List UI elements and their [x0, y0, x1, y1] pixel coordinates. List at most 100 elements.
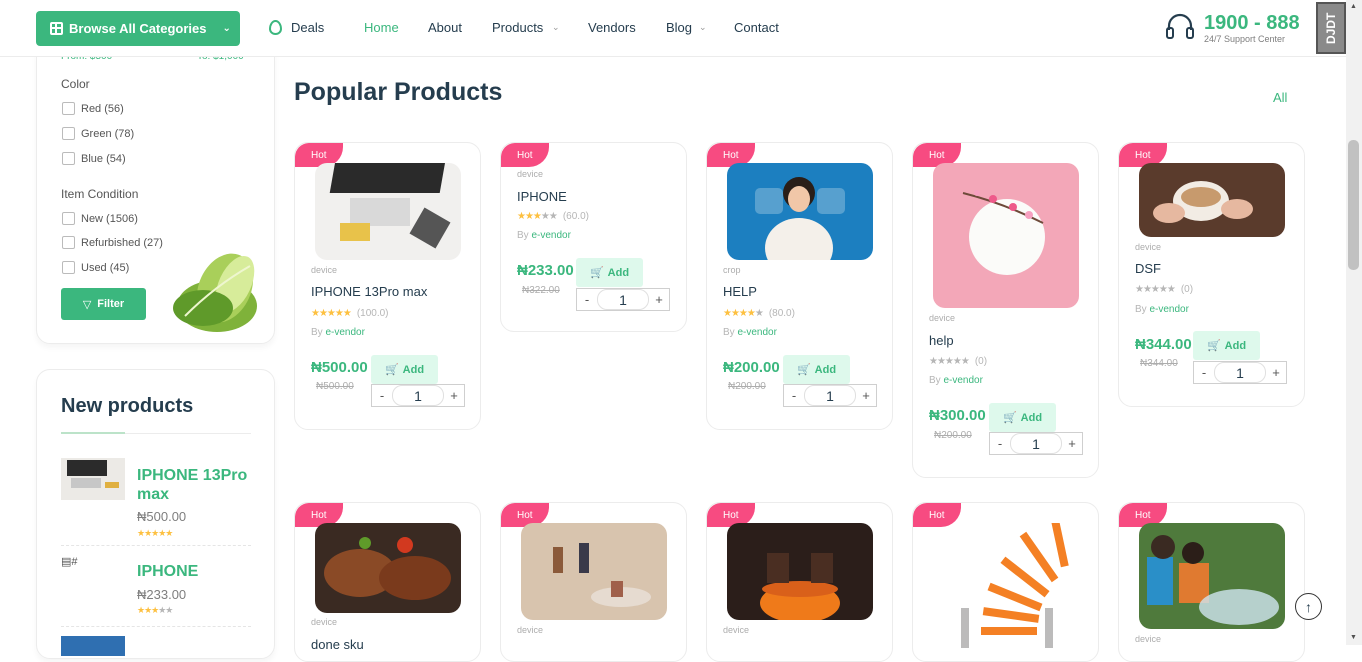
grid-icon — [50, 22, 63, 35]
checkbox[interactable] — [62, 261, 75, 274]
vendor-link[interactable]: e-vendor — [943, 375, 982, 386]
decrement-button[interactable]: - — [1194, 365, 1214, 380]
nav-products[interactable]: Products — [492, 20, 543, 35]
product-card[interactable]: Hot device IPHONE ★★★★★ (60.0) By e-vendo… — [500, 142, 687, 332]
quantity-stepper[interactable]: -1 + — [989, 432, 1083, 455]
product-card[interactable]: Hot device done sku — [294, 502, 481, 662]
checkbox[interactable] — [62, 127, 75, 140]
checkbox-label: Green (78) — [81, 127, 135, 140]
nav-deals[interactable]: Deals — [291, 20, 324, 35]
vendor-link[interactable]: e-vendor — [737, 327, 776, 338]
scroll-down-icon[interactable]: ▼ — [1350, 634, 1357, 641]
rating-stars: ★★★★★ — [723, 308, 764, 319]
nav-contact[interactable]: Contact — [734, 20, 779, 35]
condition-checkbox-refurbished[interactable]: Refurbished (27) — [62, 236, 163, 249]
all-link[interactable]: All — [1273, 90, 1287, 105]
add-to-cart-button[interactable]: 🛒 Add — [371, 355, 438, 384]
product-card[interactable]: Hot device — [706, 502, 893, 662]
nav-blog[interactable]: Blog — [666, 20, 692, 35]
product-name[interactable]: help — [929, 333, 954, 348]
new-product-name[interactable]: IPHONE — [137, 562, 198, 581]
product-card[interactable]: Hot device DSF ★★★★★ (0) By e-vendor ₦344… — [1118, 142, 1305, 407]
debug-toolbar-badge[interactable]: DJDT — [1316, 2, 1346, 54]
checkbox[interactable] — [62, 236, 75, 249]
quantity-value[interactable]: 1 — [1010, 433, 1062, 454]
product-vendor: By e-vendor — [929, 375, 983, 386]
condition-checkbox-used[interactable]: Used (45) — [62, 261, 129, 274]
product-card[interactable]: Hot device IPHONE 13Pro max ★★★★★ (100.0)… — [294, 142, 481, 430]
increment-button[interactable]: + — [444, 388, 464, 403]
increment-button[interactable]: + — [649, 292, 669, 307]
color-checkbox-green[interactable]: Green (78) — [62, 127, 134, 140]
increment-button[interactable]: + — [1062, 436, 1082, 451]
quantity-stepper[interactable]: -1 + — [783, 384, 877, 407]
add-to-cart-button[interactable]: 🛒 Add — [989, 403, 1056, 432]
product-card[interactable]: Hot — [912, 502, 1099, 662]
product-image[interactable] — [933, 163, 1079, 308]
browse-categories-button[interactable]: Browse All Categories ⌄ — [36, 11, 240, 46]
scroll-up-icon[interactable]: ▲ — [1350, 3, 1357, 10]
product-card[interactable]: Hot device help ★★★★★ (0) By e-vendor ₦30… — [912, 142, 1099, 478]
quantity-value[interactable]: 1 — [597, 289, 649, 310]
product-image[interactable] — [521, 523, 667, 620]
scrollbar-thumb[interactable] — [1348, 140, 1359, 270]
condition-checkbox-new[interactable]: New (1506) — [62, 212, 138, 225]
quantity-stepper[interactable]: -1 + — [576, 288, 670, 311]
list-item[interactable]: ▤# IPHONE ₦233.00 ★★★★★ — [61, 555, 251, 627]
increment-button[interactable]: + — [856, 388, 876, 403]
scrollbar-track[interactable] — [1346, 0, 1362, 645]
product-image[interactable] — [1139, 523, 1285, 629]
product-name[interactable]: IPHONE — [517, 189, 567, 204]
product-name[interactable]: HELP — [723, 284, 757, 299]
quantity-value[interactable]: 1 — [1214, 362, 1266, 383]
product-image[interactable] — [727, 523, 873, 620]
product-image[interactable] — [315, 163, 461, 260]
product-name[interactable]: IPHONE 13Pro max — [311, 284, 427, 299]
product-image[interactable] — [315, 523, 461, 613]
condition-title: Item Condition — [61, 187, 139, 201]
color-checkbox-red[interactable]: Red (56) — [62, 102, 124, 115]
decrement-button[interactable]: - — [577, 292, 597, 307]
quantity-value[interactable]: 1 — [804, 385, 856, 406]
quantity-stepper[interactable]: -1 + — [371, 384, 465, 407]
product-card[interactable]: Hot crop HELP ★★★★★ (80.0) By e-vendor ₦2… — [706, 142, 893, 430]
product-card[interactable]: Hot device — [500, 502, 687, 662]
increment-button[interactable]: + — [1266, 365, 1286, 380]
product-name[interactable]: DSF — [1135, 261, 1161, 276]
list-item[interactable]: IPHONE 13Pro max ₦500.00 ★★★★★ — [61, 458, 251, 546]
product-image[interactable] — [1139, 163, 1285, 237]
product-old-price: ₦200.00 — [934, 430, 972, 441]
add-label: Add — [1020, 411, 1043, 424]
checkbox[interactable] — [62, 152, 75, 165]
checkbox[interactable] — [62, 102, 75, 115]
vendor-link[interactable]: e-vendor — [1149, 304, 1188, 315]
nav-about[interactable]: About — [428, 20, 462, 35]
decrement-button[interactable]: - — [372, 388, 392, 403]
decrement-button[interactable]: - — [990, 436, 1010, 451]
new-product-name[interactable]: IPHONE 13Pro max — [137, 466, 251, 504]
quantity-stepper[interactable]: -1 + — [1193, 361, 1287, 384]
filter-button[interactable]: ▽ Filter — [61, 288, 146, 320]
checkbox[interactable] — [62, 212, 75, 225]
vendor-link[interactable]: e-vendor — [531, 230, 570, 241]
product-category: device — [517, 169, 544, 179]
add-to-cart-button[interactable]: 🛒 Add — [1193, 331, 1260, 360]
new-products-title: New products — [61, 395, 194, 417]
color-checkbox-blue[interactable]: Blue (54) — [62, 152, 126, 165]
add-to-cart-button[interactable]: 🛒 Add — [783, 355, 850, 384]
add-to-cart-button[interactable]: 🛒 Add — [576, 258, 643, 287]
rating-stars: ★★★★★ — [1135, 284, 1176, 295]
back-to-top-button[interactable]: ↑ — [1295, 593, 1322, 620]
new-product-price: ₦233.00 — [137, 587, 187, 602]
nav-vendors[interactable]: Vendors — [588, 20, 636, 35]
add-label: Add — [607, 266, 630, 279]
new-products-card: New products IPHONE 13Pro max ₦500.00 ★★… — [36, 369, 275, 659]
quantity-value[interactable]: 1 — [392, 385, 444, 406]
nav-home[interactable]: Home — [364, 20, 399, 35]
decrement-button[interactable]: - — [784, 388, 804, 403]
cabbage-image — [173, 253, 257, 332]
vendor-link[interactable]: e-vendor — [325, 327, 364, 338]
product-image[interactable] — [727, 163, 873, 260]
filter-card: From: $500 To: $1,000 Color Red (56) Gre… — [36, 40, 275, 344]
product-card[interactable]: Hot device — [1118, 502, 1305, 662]
